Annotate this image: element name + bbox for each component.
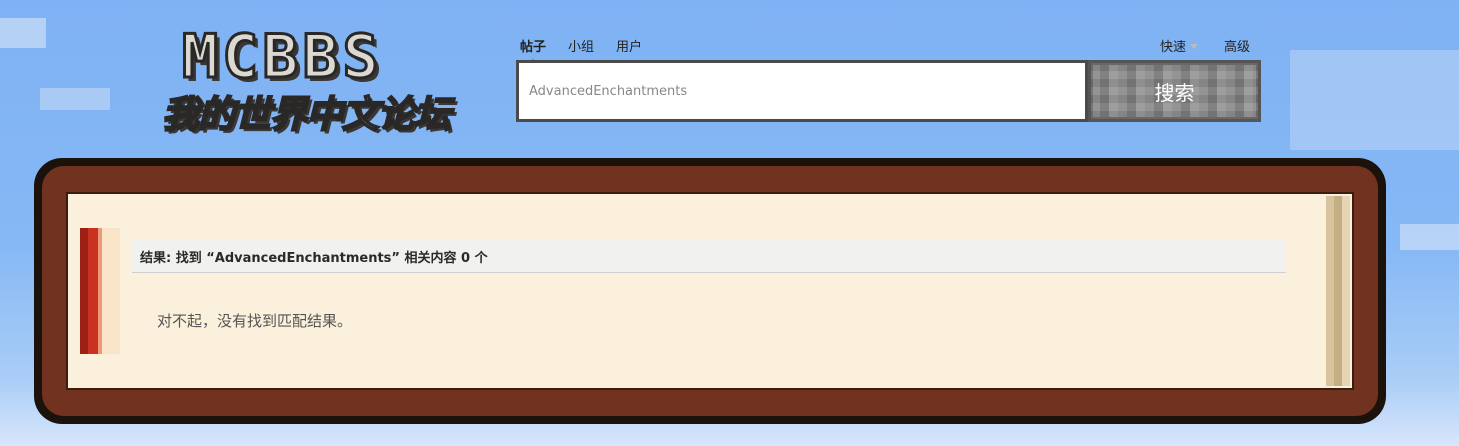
cloud-decoration (1290, 50, 1459, 150)
advanced-search-link[interactable]: 高级 (1224, 36, 1250, 55)
site-logo[interactable]: MCBBS 我的世界中文论坛 (161, 21, 484, 138)
search-box (516, 60, 1088, 122)
cloud-decoration (1400, 224, 1459, 250)
search-type-tabs: 帖子 小组 用户 (520, 36, 642, 65)
tab-users[interactable]: 用户 (616, 36, 642, 55)
quick-search-label: 快速 (1160, 40, 1187, 55)
panel-edge-decoration (1326, 196, 1350, 386)
search-input[interactable] (519, 63, 1079, 119)
tab-posts[interactable]: 帖子 (520, 36, 546, 65)
logo-subtitle: 我的世界中文论坛 (161, 92, 452, 137)
tab-groups[interactable]: 小组 (568, 36, 594, 55)
search-options: 快速 高级 (1160, 36, 1250, 55)
result-summary-text: 结果: 找到 “AdvancedEnchantments” 相关内容 0 个 (140, 250, 488, 266)
content-panel (66, 192, 1354, 390)
quick-search-dropdown[interactable]: 快速 (1160, 36, 1199, 55)
chevron-down-icon (1190, 44, 1199, 49)
logo-wordmark: MCBBS (181, 21, 383, 94)
bookmark-ribbon (80, 228, 120, 354)
no-results-message: 对不起，没有找到匹配结果。 (157, 312, 353, 330)
search-button[interactable]: 搜索 (1088, 60, 1261, 122)
result-summary-header: 结果: 找到 “AdvancedEnchantments” 相关内容 0 个 (132, 240, 1286, 273)
cloud-decoration (40, 88, 110, 110)
cloud-decoration (0, 18, 46, 48)
search-button-label: 搜索 (1154, 80, 1195, 105)
